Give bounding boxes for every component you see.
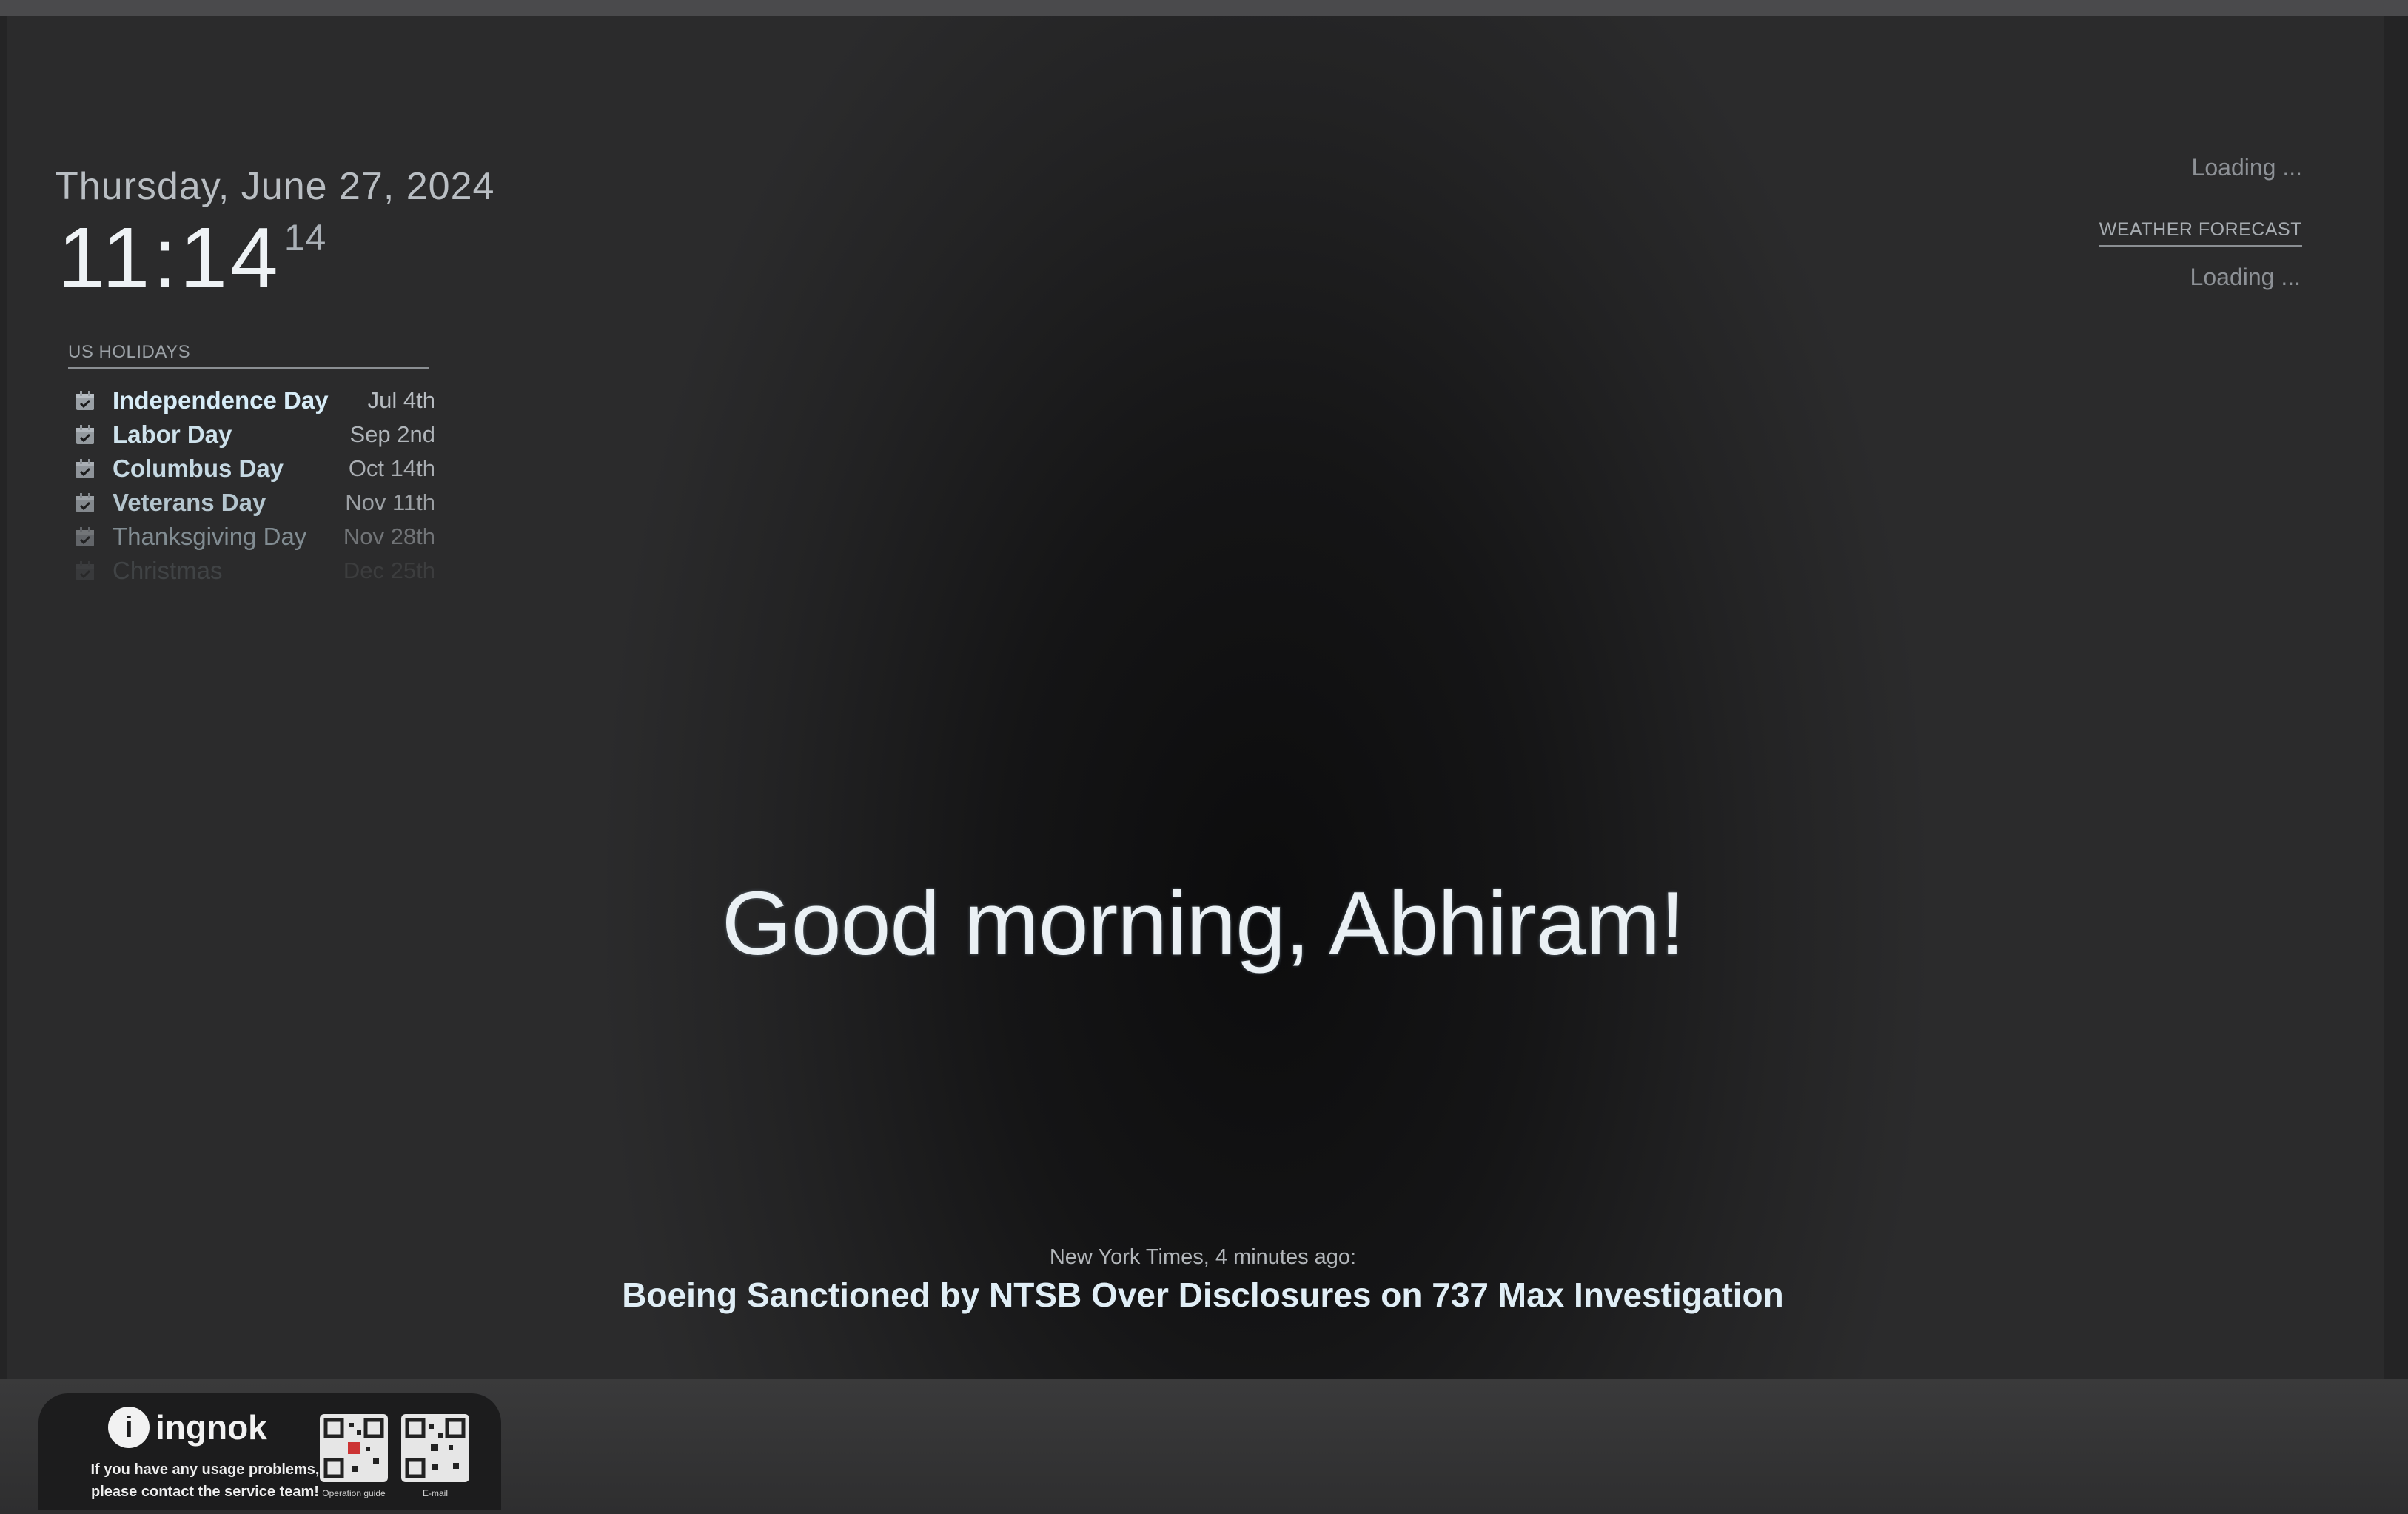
holiday-row: Labor Day Sep 2nd bbox=[74, 418, 435, 452]
holiday-date: Jul 4th bbox=[367, 387, 435, 413]
clock-time: 11:1414 bbox=[58, 215, 326, 301]
brand-logo: i ingnok bbox=[108, 1407, 267, 1448]
holiday-name: Thanksgiving Day bbox=[113, 523, 307, 550]
news-headline: Boeing Sanctioned by NTSB Over Disclosur… bbox=[622, 1276, 1784, 1314]
brand-mark-icon: i bbox=[108, 1407, 150, 1448]
weather-forecast-loading: Loading ... bbox=[2190, 264, 2301, 290]
holiday-name: Columbus Day bbox=[113, 455, 284, 482]
qr-label: E-mail bbox=[422, 1488, 448, 1498]
qr-code-icon bbox=[320, 1414, 388, 1482]
holiday-row: Veterans Day Nov 11th bbox=[74, 486, 435, 520]
qr-code-icon bbox=[401, 1414, 469, 1482]
holidays-list: Independence Day Jul 4th Labor Day Sep 2… bbox=[74, 383, 435, 588]
holidays-header: US HOLIDAYS bbox=[68, 342, 429, 369]
support-line: If you have any usage problems, bbox=[90, 1461, 320, 1478]
clock-seconds: 14 bbox=[284, 217, 327, 258]
calendar-check-icon bbox=[74, 389, 96, 412]
support-text: If you have any usage problems, please c… bbox=[61, 1458, 349, 1503]
support-line: please contact the service team! bbox=[91, 1484, 319, 1500]
calendar-check-icon bbox=[74, 526, 96, 548]
monitor: Thursday, June 27, 2024 11:1414 US HOLID… bbox=[0, 0, 2408, 1514]
holiday-date: Nov 28th bbox=[343, 523, 435, 549]
news-source: New York Times, 4 minutes ago: bbox=[1049, 1245, 1357, 1269]
holiday-row: Independence Day Jul 4th bbox=[74, 383, 435, 418]
calendar-check-icon bbox=[74, 458, 96, 480]
holiday-name: Labor Day bbox=[113, 421, 232, 448]
qr-label: Operation guide bbox=[322, 1488, 386, 1498]
greeting-compliment: Good morning, Abhiram! bbox=[721, 873, 1685, 974]
holiday-row: Thanksgiving Day Nov 28th bbox=[74, 520, 435, 554]
holiday-row: Columbus Day Oct 14th bbox=[74, 452, 435, 486]
holiday-date: Nov 11th bbox=[345, 489, 435, 515]
holiday-date: Dec 25th bbox=[343, 557, 435, 583]
holiday-name: Christmas bbox=[113, 557, 223, 584]
holiday-date: Oct 14th bbox=[348, 455, 435, 481]
holiday-name: Veterans Day bbox=[113, 489, 266, 516]
brand-sticker: i ingnok If you have any usage problems,… bbox=[38, 1393, 501, 1510]
brand-name: ingnok bbox=[155, 1408, 267, 1447]
holiday-row: Christmas Dec 25th bbox=[74, 554, 435, 588]
clock-hours-minutes: 11:14 bbox=[58, 210, 281, 306]
magic-mirror-screen: Thursday, June 27, 2024 11:1414 US HOLID… bbox=[7, 16, 2384, 1379]
weather-forecast-header: WEATHER FORECAST bbox=[2099, 219, 2302, 247]
calendar-check-icon bbox=[74, 560, 96, 582]
calendar-check-icon bbox=[74, 492, 96, 514]
current-weather-loading: Loading ... bbox=[2191, 154, 2302, 181]
holiday-name: Independence Day bbox=[113, 386, 329, 414]
holiday-date: Sep 2nd bbox=[349, 421, 436, 447]
clock-date: Thursday, June 27, 2024 bbox=[55, 165, 495, 208]
monitor-top-bezel bbox=[0, 0, 2408, 16]
calendar-check-icon bbox=[74, 423, 96, 446]
